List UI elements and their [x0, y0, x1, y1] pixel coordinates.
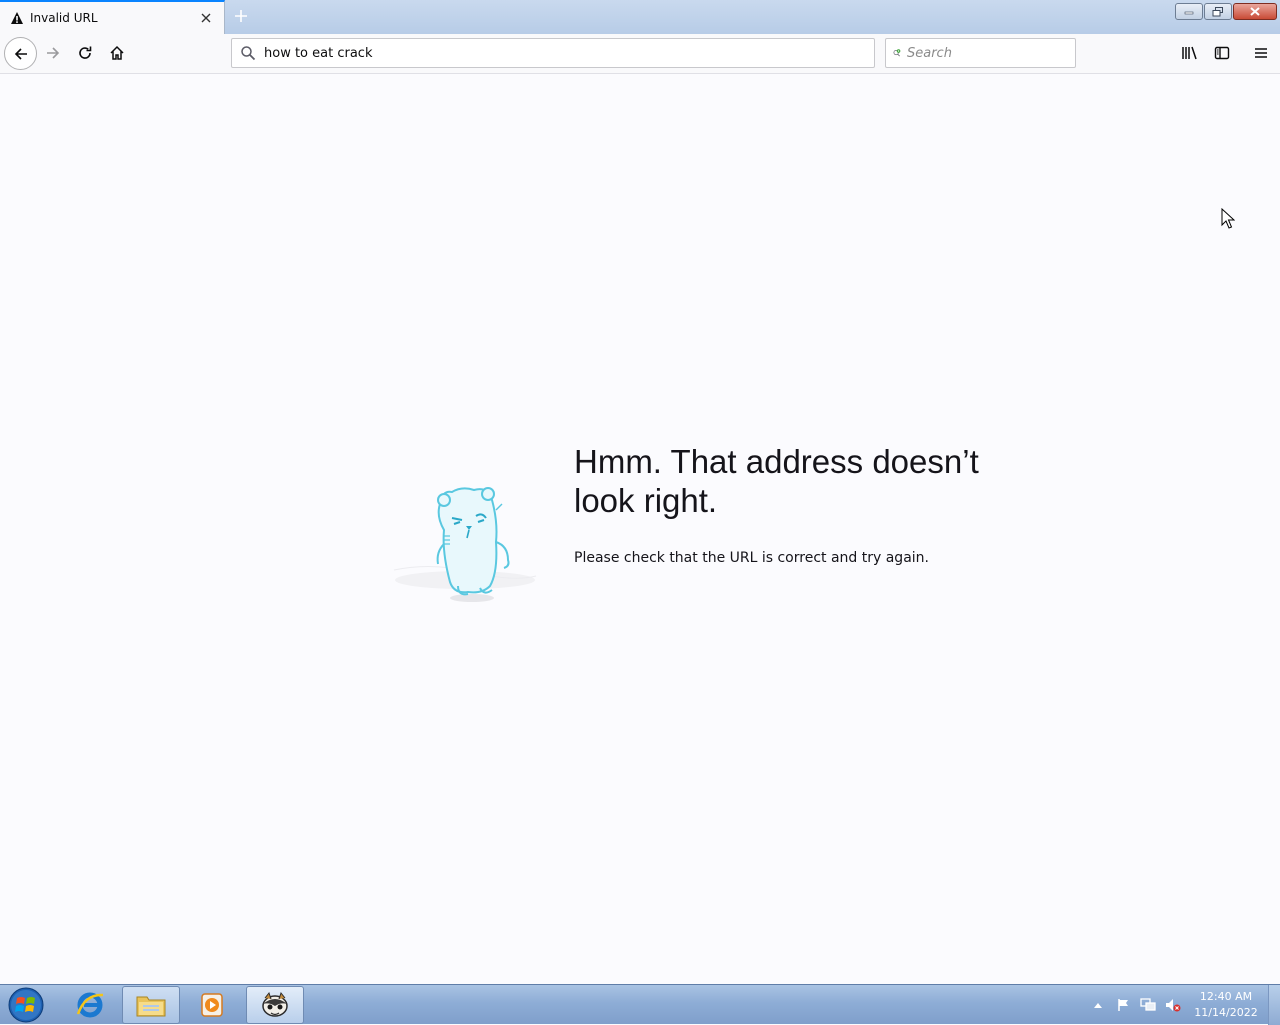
- reload-icon: [79, 46, 92, 59]
- library-button[interactable]: [1174, 37, 1206, 69]
- clock-time: 12:40 AM: [1199, 990, 1253, 1003]
- tab-title: Invalid URL: [30, 11, 98, 25]
- hamburger-menu-icon: [1255, 48, 1267, 58]
- taskbar-firefox[interactable]: [246, 986, 304, 1024]
- restore-button[interactable]: [1204, 3, 1232, 20]
- file-explorer-icon: [136, 996, 166, 1017]
- forward-arrow-icon: [47, 47, 60, 59]
- page-content: Hmm. That address doesn’t look right. Pl…: [0, 74, 1280, 984]
- search-bar[interactable]: [885, 38, 1076, 68]
- taskbar-media-player[interactable]: [183, 986, 241, 1024]
- error-title: Hmm. That address doesn’t look right.: [574, 443, 979, 519]
- reload-button[interactable]: [69, 37, 101, 69]
- url-bar[interactable]: [231, 38, 875, 68]
- sidebar-icon: [1214, 46, 1230, 60]
- sidebar-button[interactable]: [1206, 37, 1238, 69]
- taskbar: 12:40 AM 11/14/2022: [0, 984, 1280, 1025]
- window-close-button[interactable]: [1233, 3, 1277, 20]
- tray-network[interactable]: [1140, 997, 1156, 1013]
- system-tray: 12:40 AM 11/14/2022: [1090, 985, 1280, 1025]
- restore-icon: [1212, 6, 1223, 16]
- back-arrow-icon: [14, 47, 27, 60]
- close-icon[interactable]: [198, 10, 214, 26]
- start-button[interactable]: [4, 986, 48, 1024]
- mouse-pointer-icon: [1221, 208, 1235, 229]
- taskbar-clock[interactable]: 12:40 AM 11/14/2022: [1190, 989, 1262, 1021]
- media-player-icon: [201, 993, 223, 1017]
- home-button[interactable]: [101, 37, 133, 69]
- search-icon: [241, 46, 256, 61]
- navigation-toolbar: [0, 34, 1280, 74]
- windows-start-icon: [8, 987, 44, 1023]
- clock-date: 11/14/2022: [1194, 1006, 1258, 1019]
- taskbar-internet-explorer[interactable]: [61, 986, 119, 1024]
- firefox-app-icon: [262, 991, 288, 1017]
- search-engine-icon: [893, 49, 901, 57]
- network-icon: [1140, 998, 1156, 1011]
- home-icon: [110, 45, 124, 60]
- taskbar-file-explorer[interactable]: [122, 986, 180, 1024]
- close-icon: [1250, 7, 1260, 16]
- window-controls: [1174, 3, 1277, 20]
- new-tab-button[interactable]: [230, 5, 252, 27]
- tray-volume[interactable]: [1165, 997, 1181, 1013]
- url-input[interactable]: [264, 45, 874, 61]
- search-input[interactable]: [907, 45, 1075, 61]
- tray-expand-icon: [1094, 1003, 1102, 1008]
- error-description: Please check that the URL is correct and…: [574, 550, 929, 566]
- action-center-flag-icon: [1118, 999, 1128, 1011]
- confused-bear-illustration: [393, 487, 537, 602]
- minimize-icon: [1184, 11, 1194, 14]
- tray-expand-button[interactable]: [1090, 997, 1106, 1013]
- menu-button[interactable]: [1245, 37, 1277, 69]
- minimize-button[interactable]: [1175, 3, 1203, 20]
- show-desktop-button[interactable]: [1268, 985, 1280, 1025]
- forward-button[interactable]: [37, 37, 69, 69]
- volume-muted-icon: [1166, 999, 1181, 1012]
- tray-action-center[interactable]: [1115, 997, 1131, 1013]
- library-icon: [1182, 46, 1197, 60]
- warning-icon: [10, 11, 24, 25]
- tab-strip: Invalid URL: [0, 0, 1280, 34]
- plus-icon: [235, 10, 247, 22]
- tab-invalid-url[interactable]: Invalid URL: [0, 0, 225, 34]
- back-button[interactable]: [4, 37, 37, 70]
- internet-explorer-icon: [76, 992, 104, 1018]
